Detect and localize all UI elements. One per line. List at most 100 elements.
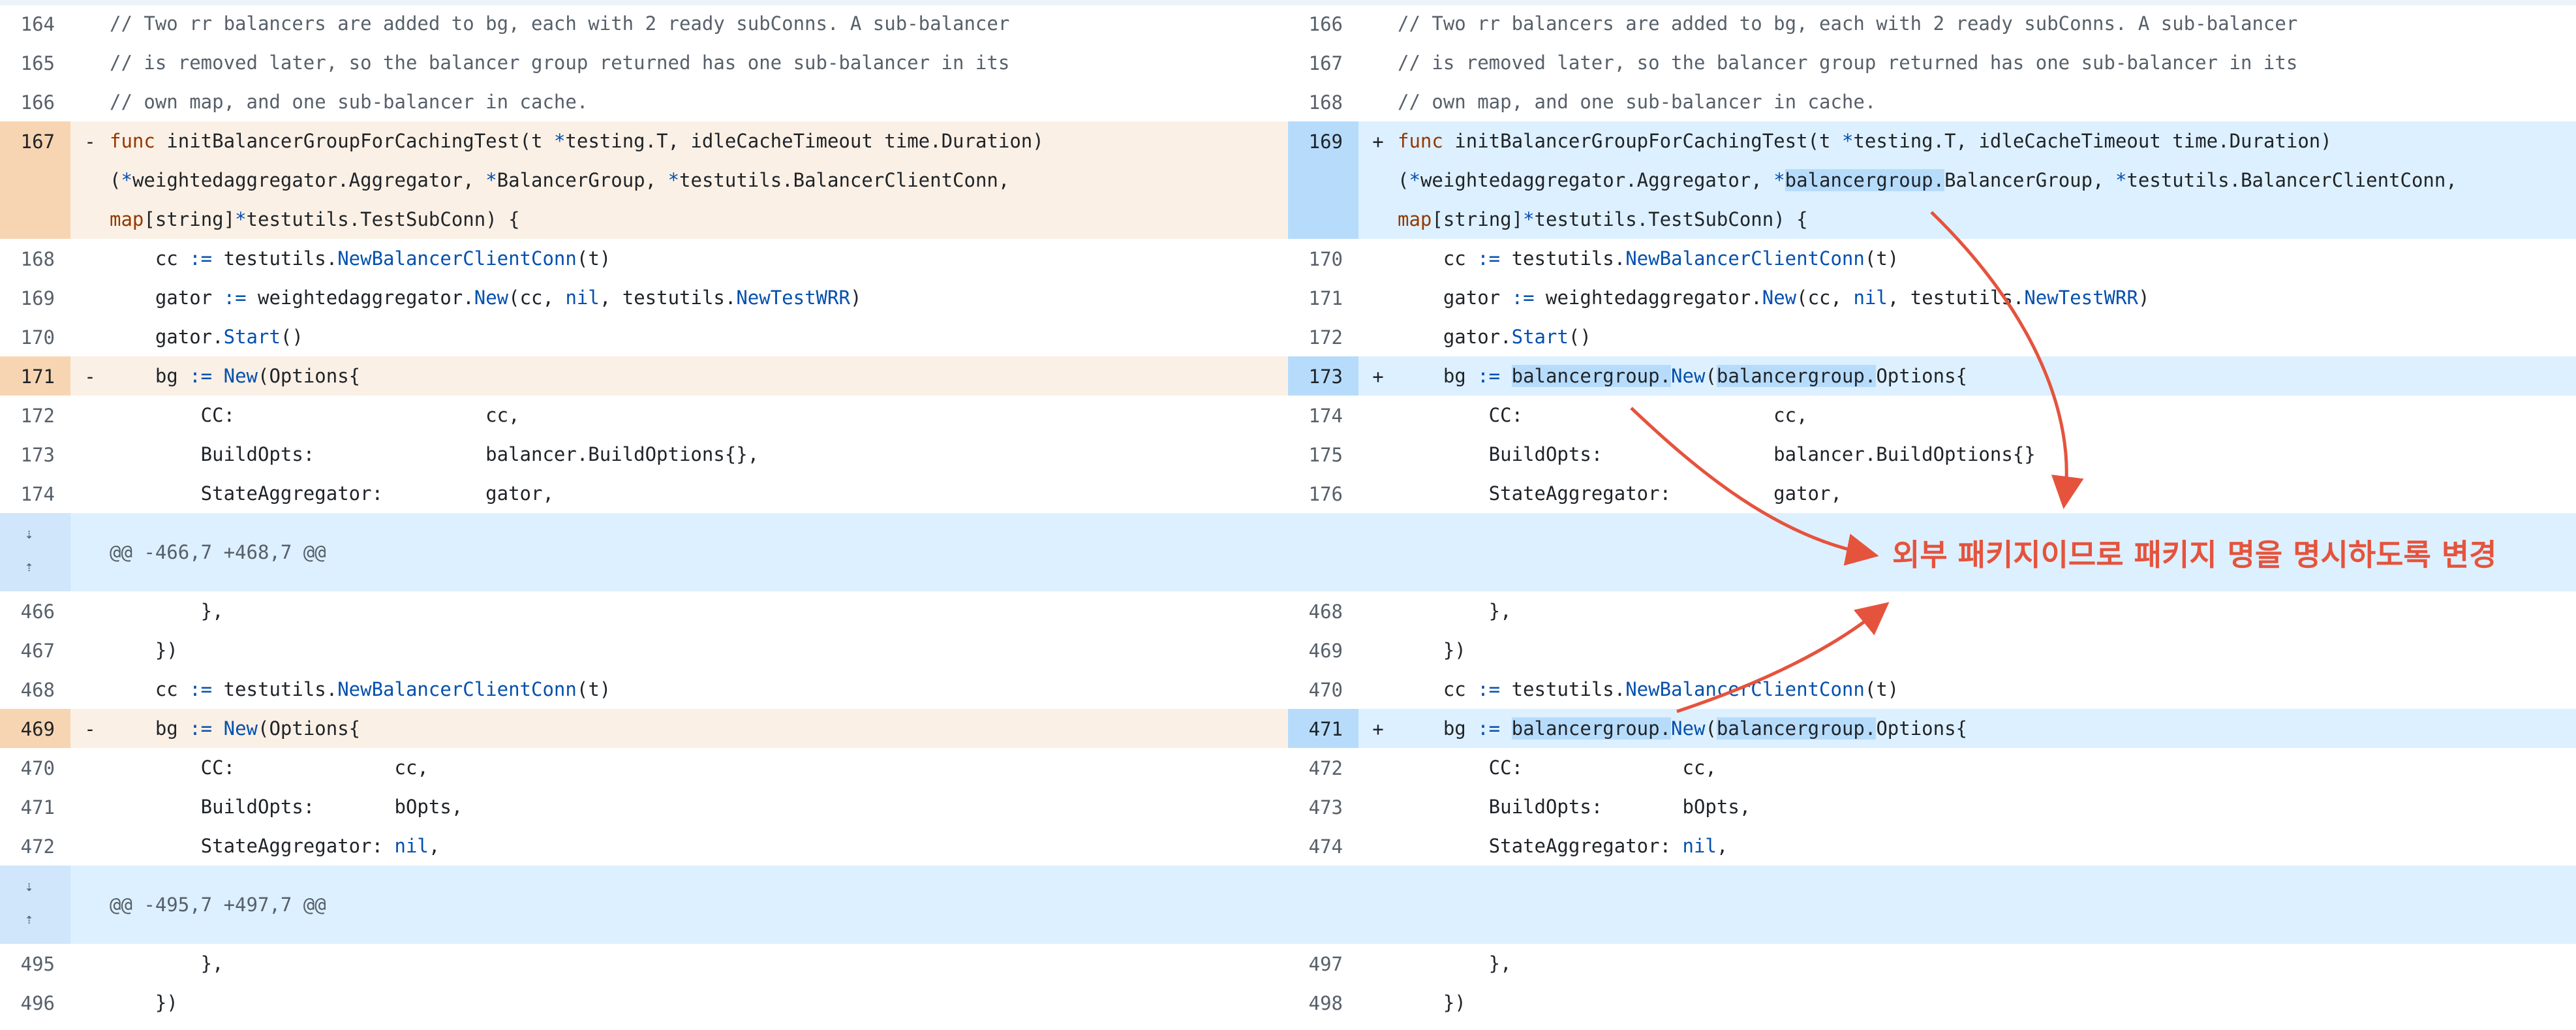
diff-marker (70, 396, 110, 435)
line-number[interactable]: 174 (1288, 396, 1358, 435)
diff-marker (1358, 435, 1398, 474)
code-line: }, (110, 952, 224, 975)
diff-line-row: 169 + func initBalancerGroupForCachingTest… (1288, 121, 2576, 239)
line-number[interactable]: 472 (1288, 748, 1358, 787)
diff-marker (70, 631, 110, 670)
line-number[interactable]: 170 (1288, 239, 1358, 278)
expand-control[interactable]: ⇣ ⇡ (0, 513, 70, 591)
line-number[interactable]: 167 (1288, 43, 1358, 82)
diff-line-row: 496 }) (0, 983, 1288, 1022)
diff-line-row: 498 }) (1288, 983, 2576, 1022)
line-number[interactable]: 470 (0, 748, 70, 787)
diff-marker (70, 474, 110, 513)
code-segment: func initBalancerGroupForCachingTest(t *… (110, 130, 1044, 152)
diff-marker (70, 4, 110, 43)
code-line: // own map, and one sub-balancer in cach… (1398, 91, 1877, 113)
diff-marker (1358, 983, 1398, 1022)
line-number[interactable]: 470 (1288, 670, 1358, 709)
expand-control[interactable]: ⇣ ⇡ (0, 866, 70, 944)
diff-marker (70, 317, 110, 356)
diff-marker (1358, 591, 1398, 631)
line-number[interactable]: 176 (1288, 474, 1358, 513)
line-number[interactable]: 469 (1288, 631, 1358, 670)
code-line: gator := weightedaggregator.New(cc, nil,… (110, 287, 862, 309)
diff-marker (1358, 317, 1398, 356)
code-line: }) (1398, 639, 1466, 661)
code-line: cc := testutils.NewBalancerClientConn(t) (110, 678, 611, 700)
code-segment: func initBalancerGroupForCachingTest(t *… (1398, 130, 2332, 152)
diff-marker (70, 787, 110, 826)
code-line: // Two rr balancers are added to bg, eac… (1398, 12, 2298, 35)
code-line: StateAggregator: gator, (110, 482, 554, 505)
line-number[interactable]: 172 (1288, 317, 1358, 356)
diff-left-pane: 164 // Two rr balancers are added to bg, … (0, 0, 1288, 1030)
diff-marker (1358, 748, 1398, 787)
line-number[interactable]: 167 (0, 121, 70, 239)
arrow-down-dotted-icon[interactable]: ⇣ (25, 880, 33, 894)
line-number[interactable]: 498 (1288, 983, 1358, 1022)
diff-line-row: 474 StateAggregator: nil, (1288, 826, 2576, 866)
line-number[interactable]: 473 (1288, 787, 1358, 826)
arrow-up-dotted-icon[interactable]: ⇡ (25, 913, 33, 927)
diff-line-row: 472 StateAggregator: nil, (0, 826, 1288, 866)
line-number[interactable]: 468 (0, 670, 70, 709)
code-line: gator := weightedaggregator.New(cc, nil,… (1398, 287, 2150, 309)
line-number[interactable]: 174 (0, 474, 70, 513)
line-number[interactable]: 496 (0, 983, 70, 1022)
code-line: }) (110, 639, 178, 661)
addition-marker: + (1372, 366, 1384, 388)
code-line: BuildOpts: balancer.BuildOptions{} (1398, 443, 2036, 465)
code-line: // is removed later, so the balancer gro… (1398, 52, 2298, 74)
line-number[interactable]: 165 (0, 43, 70, 82)
line-number[interactable]: 466 (0, 591, 70, 631)
arrow-up-dotted-icon[interactable]: ⇡ (25, 560, 33, 574)
diff-marker (1358, 474, 1398, 513)
line-number[interactable]: 166 (1288, 4, 1358, 43)
line-number[interactable]: 497 (1288, 944, 1358, 983)
code-line: func initBalancerGroupForCachingTest(t *… (1398, 112, 2576, 230)
diff-marker (1358, 670, 1398, 709)
code-line: }, (110, 600, 224, 622)
arrow-down-dotted-icon[interactable]: ⇣ (25, 527, 33, 542)
diff-marker (70, 591, 110, 631)
line-number[interactable]: 467 (0, 631, 70, 670)
diff-marker (1358, 787, 1398, 826)
line-number[interactable]: 166 (0, 82, 70, 121)
code-line: // is removed later, so the balancer gro… (110, 52, 1010, 74)
diff-line-row: 174 StateAggregator: gator, (0, 474, 1288, 513)
diff-marker (1358, 4, 1398, 43)
code-segment: (*weightedaggregator.Aggregator, *Balanc… (110, 169, 1010, 191)
code-line: CC: cc, (110, 757, 429, 779)
line-number[interactable]: 495 (0, 944, 70, 983)
line-number[interactable]: 171 (1288, 278, 1358, 317)
line-number[interactable]: 474 (1288, 826, 1358, 866)
line-number[interactable]: 468 (1288, 591, 1358, 631)
diff-marker (70, 944, 110, 983)
line-number[interactable]: 173 (0, 435, 70, 474)
deletion-marker: - (84, 718, 96, 740)
code-line: StateAggregator: nil, (110, 835, 440, 857)
code-line: gator.Start() (110, 326, 303, 348)
hunk-header-row: ⇣ ⇡ @@ -466,7 +468,7 @@ (0, 513, 1288, 591)
diff-marker (1358, 826, 1398, 866)
line-number[interactable]: 471 (1288, 709, 1358, 748)
code-line: StateAggregator: nil, (1398, 835, 1728, 857)
code-segment: (*weightedaggregator.Aggregator, *balanc… (1398, 169, 2457, 191)
line-number[interactable]: 169 (1288, 121, 1358, 239)
line-number[interactable]: 168 (1288, 82, 1358, 121)
line-number[interactable]: 169 (0, 278, 70, 317)
diff-marker (1358, 43, 1398, 82)
line-number[interactable]: 471 (0, 787, 70, 826)
diff-marker (70, 670, 110, 709)
line-number[interactable]: 472 (0, 826, 70, 866)
line-number[interactable]: 175 (1288, 435, 1358, 474)
line-number[interactable]: 173 (1288, 356, 1358, 396)
line-number[interactable]: 170 (0, 317, 70, 356)
line-number[interactable]: 168 (0, 239, 70, 278)
line-number[interactable]: 171 (0, 356, 70, 396)
diff-marker (1358, 82, 1398, 121)
line-number[interactable]: 164 (0, 4, 70, 43)
deletion-marker: - (84, 131, 96, 153)
line-number[interactable]: 172 (0, 396, 70, 435)
line-number[interactable]: 469 (0, 709, 70, 748)
